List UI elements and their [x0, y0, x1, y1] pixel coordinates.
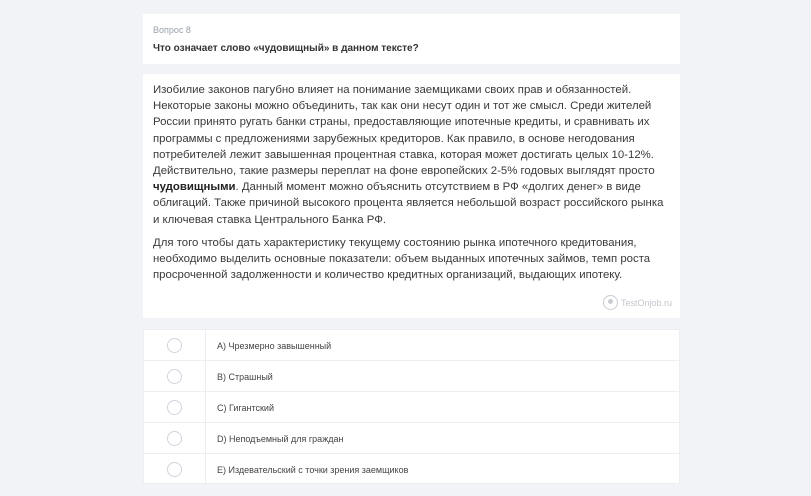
answer-label: B) Страшный [217, 372, 273, 382]
radio-cell [144, 330, 206, 360]
radio-cell [144, 454, 206, 485]
answer-label: E) Издевательский с точки зрения заемщик… [217, 465, 409, 475]
question-header: Вопрос 8 Что означает слово «чудовищный»… [143, 14, 680, 64]
answer-option-d[interactable]: D) Неподъемный для граждан [144, 423, 679, 454]
radio-button[interactable] [167, 431, 182, 446]
answer-option-c[interactable]: C) Гигантский [144, 392, 679, 423]
watermark: TestOnjob.ru [602, 295, 672, 310]
passage-card: Изобилие законов пагубно влияет на поним… [143, 74, 680, 318]
answer-option-b[interactable]: B) Страшный [144, 361, 679, 392]
question-title: Что означает слово «чудовищный» в данном… [153, 43, 419, 54]
passage-text-part: Изобилие законов пагубно влияет на поним… [153, 84, 655, 178]
answer-label: A) Чрезмерно завышенный [217, 341, 332, 351]
radio-button[interactable] [167, 338, 182, 353]
radio-cell [144, 392, 206, 422]
highlighted-word: чудовищными [153, 181, 236, 194]
question-number: Вопрос 8 [153, 25, 191, 35]
answer-label: C) Гигантский [217, 403, 274, 413]
passage-paragraph-2: Для того чтобы дать характеристику текущ… [153, 236, 651, 282]
watermark-logo-icon [602, 295, 618, 310]
radio-button[interactable] [167, 462, 182, 477]
radio-button[interactable] [167, 400, 182, 415]
passage-text: Изобилие законов пагубно влияет на поним… [153, 82, 668, 290]
radio-button[interactable] [167, 369, 182, 384]
answer-options: A) Чрезмерно завышенный B) Страшный C) Г… [143, 329, 680, 485]
passage-paragraph-1: Изобилие законов пагубно влияет на поним… [153, 82, 668, 228]
answer-option-e[interactable]: E) Издевательский с точки зрения заемщик… [144, 454, 679, 485]
watermark-text: TestOnjob.ru [620, 297, 672, 308]
answer-label: D) Неподъемный для граждан [217, 434, 344, 444]
answer-option-a[interactable]: A) Чрезмерно завышенный [144, 330, 679, 361]
radio-cell [144, 361, 206, 391]
radio-cell [144, 423, 206, 453]
